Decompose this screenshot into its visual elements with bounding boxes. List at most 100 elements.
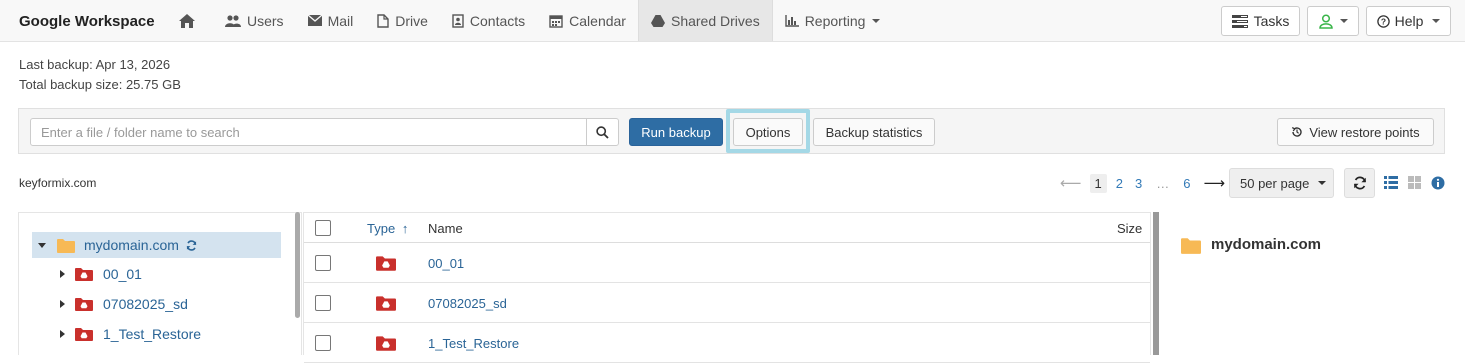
nav-reporting[interactable]: Reporting (773, 0, 893, 41)
page-1[interactable]: 1 (1089, 173, 1107, 193)
nav-contacts-label: Contacts (469, 12, 526, 29)
folder-icon (57, 238, 75, 253)
nav-drive[interactable]: Drive (365, 0, 440, 41)
row-checkbox[interactable] (315, 335, 331, 351)
backup-statistics-button[interactable]: Backup statistics (813, 118, 935, 146)
expand-arrow-icon[interactable] (60, 330, 65, 338)
type-column-header[interactable]: Type ↑ (367, 221, 408, 236)
list-view-icon[interactable] (1384, 176, 1398, 189)
home-icon (179, 13, 195, 28)
size-column-header[interactable]: Size (1117, 221, 1142, 236)
svg-text:?: ? (1380, 16, 1385, 26)
tree-item[interactable]: 07082025_sd (60, 291, 188, 317)
nav-contacts[interactable]: Contacts (440, 0, 537, 41)
tasks-button[interactable]: Tasks (1221, 6, 1300, 36)
search-icon (596, 125, 609, 139)
help-button[interactable]: ? Help (1366, 6, 1451, 36)
row-checkbox[interactable] (315, 255, 331, 271)
nav-users-label: Users (247, 12, 284, 29)
next-page-arrow-icon[interactable]: ⟶ (1203, 174, 1225, 192)
view-restore-points-label: View restore points (1309, 124, 1420, 140)
help-label: Help (1394, 13, 1424, 29)
top-navbar: Google Workspace Users Mail Drive Contac… (0, 0, 1465, 42)
page-ellipsis: … (1156, 175, 1170, 191)
details-title: mydomain.com (1211, 236, 1322, 253)
nav-mail-label: Mail (327, 12, 354, 29)
select-all-checkbox[interactable] (315, 220, 331, 236)
file-table: Type ↑ Name Size 00_01 07082025_sd 1_Tes… (303, 212, 1151, 363)
chevron-down-icon (1318, 181, 1327, 185)
tree-root-item[interactable]: mydomain.com (32, 232, 281, 258)
row-name-link[interactable]: 1_Test_Restore (428, 336, 519, 351)
grid-view-icon[interactable] (1408, 176, 1421, 189)
page-3[interactable]: 3 (1130, 174, 1147, 193)
table-row[interactable]: 1_Test_Restore (304, 323, 1150, 363)
table-row[interactable]: 00_01 (304, 243, 1150, 283)
prev-page-arrow-icon[interactable]: ⟵ (1060, 174, 1082, 192)
search-input[interactable] (30, 118, 587, 146)
file-icon (377, 13, 389, 28)
info-icon[interactable] (1431, 176, 1445, 190)
nav-drive-label: Drive (395, 12, 428, 29)
chevron-down-icon (872, 18, 881, 23)
tree-item-label: 1_Test_Restore (103, 326, 202, 342)
row-checkbox[interactable] (315, 295, 331, 311)
domain-label: keyformix.com (19, 176, 97, 190)
table-header: Type ↑ Name Size (304, 213, 1150, 243)
nav-home[interactable] (167, 0, 213, 41)
nav-users[interactable]: Users (213, 0, 296, 41)
pane-splitter[interactable] (1153, 212, 1159, 355)
shared-drive-folder-icon (376, 336, 396, 351)
run-backup-button[interactable]: Run backup (629, 118, 723, 146)
tree-item[interactable]: 1_Test_Restore (60, 321, 201, 347)
expand-arrow-icon[interactable] (60, 300, 65, 308)
per-page-select[interactable]: 50 per page (1229, 168, 1334, 198)
refresh-icon (1353, 176, 1366, 190)
mail-icon (307, 15, 322, 26)
folder-tree: mydomain.com 00_01 07082025_sd 1_Test_Re… (18, 212, 302, 355)
history-icon (1292, 127, 1302, 137)
nav-calendar[interactable]: Calendar (537, 0, 638, 41)
options-button[interactable]: Options (733, 118, 803, 146)
shared-drive-folder-icon (75, 298, 93, 311)
main-nav: Users Mail Drive Contacts Calendar Share… (167, 0, 892, 41)
nav-shared-drives-label: Shared Drives (670, 12, 760, 29)
per-page-label: 50 per page (1240, 175, 1310, 191)
backup-toolbar: Run backup Options Backup statistics Vie… (18, 108, 1445, 154)
nav-mail[interactable]: Mail (296, 0, 366, 41)
user-menu-button[interactable] (1307, 6, 1359, 36)
folder-icon (1181, 238, 1201, 254)
row-name-link[interactable]: 07082025_sd (428, 296, 507, 311)
users-icon (225, 14, 241, 27)
tree-root-label: mydomain.com (84, 237, 179, 253)
expand-arrow-icon[interactable] (60, 270, 65, 278)
tree-item[interactable]: 00_01 (60, 261, 142, 287)
shared-drive-folder-icon (376, 296, 396, 311)
question-circle-icon: ? (1376, 14, 1390, 28)
refresh-button[interactable] (1344, 168, 1375, 198)
page-2[interactable]: 2 (1111, 174, 1128, 193)
collapse-arrow-icon[interactable] (38, 242, 46, 248)
app-brand[interactable]: Google Workspace (19, 13, 155, 30)
tree-scrollbar[interactable] (295, 212, 300, 318)
chevron-down-icon (1432, 19, 1441, 23)
tree-item-label: 00_01 (103, 266, 142, 282)
shared-drive-folder-icon (75, 328, 93, 341)
table-row[interactable]: 07082025_sd (304, 283, 1150, 323)
sync-icon[interactable] (186, 239, 197, 251)
view-restore-points-button[interactable]: View restore points (1277, 118, 1434, 146)
chevron-down-icon (1339, 19, 1348, 23)
tasks-icon (1231, 14, 1248, 28)
calendar-icon (549, 14, 563, 28)
name-column-header[interactable]: Name (428, 221, 463, 236)
sort-ascending-icon: ↑ (401, 221, 409, 236)
nav-shared-drives[interactable]: Shared Drives (637, 0, 773, 41)
pagination: ⟵ 1 2 3 … 6 ⟶ (1060, 172, 1225, 194)
search-button[interactable] (586, 118, 619, 146)
contact-card-icon (452, 13, 464, 28)
last-backup-text: Last backup: Apr 13, 2026 (19, 57, 171, 72)
row-name-link[interactable]: 00_01 (428, 256, 464, 271)
bar-chart-icon (784, 14, 799, 27)
type-header-label: Type (367, 221, 396, 236)
page-6[interactable]: 6 (1178, 174, 1195, 193)
